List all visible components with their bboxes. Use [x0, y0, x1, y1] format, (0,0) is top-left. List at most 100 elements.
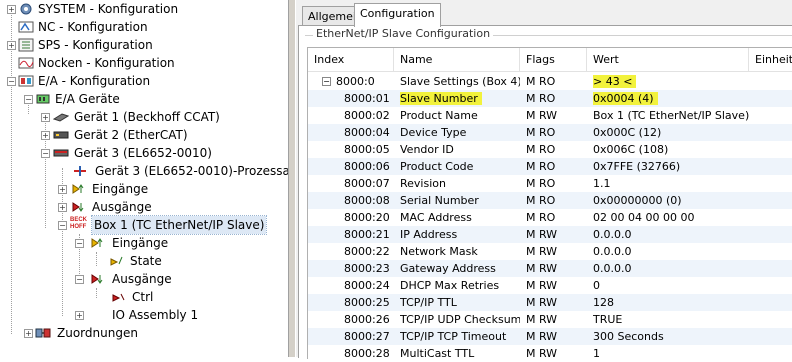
cell-value: 0x7FFE (32766) — [593, 158, 749, 175]
table-row[interactable]: 8000:23 Gateway Address M RW 0.0.0.0 — [308, 260, 792, 277]
cell-index-text: 8000:21 — [344, 228, 390, 241]
cell-value-text: > 43 < — [593, 75, 637, 88]
table-row[interactable]: 8000:22 Network Mask M RW 0.0.0.0 — [308, 243, 792, 260]
cell-name: Slave Settings (Box 4) — [400, 73, 520, 90]
cell-name: TCP/IP TCP Timeout — [400, 328, 520, 345]
cell-flags-text: M RO — [526, 92, 556, 105]
table-row[interactable]: 8000:28 MultiCast TTL M RW 1 — [308, 345, 792, 362]
col-header-einheit[interactable]: Einheit — [749, 48, 792, 72]
expand-plus-icon[interactable]: + — [75, 311, 84, 320]
table-row[interactable]: 8000:24 DHCP Max Retries M RW 0 — [308, 277, 792, 294]
collapse-minus-icon[interactable]: − — [75, 275, 84, 284]
cell-value: 0 — [593, 277, 749, 294]
collapse-minus-icon[interactable]: − — [75, 239, 84, 248]
col-header-wert[interactable]: Wert — [587, 48, 749, 72]
cell-value: 1 — [593, 345, 749, 362]
cell-index-text: 8000:28 — [344, 347, 390, 360]
expand-plus-icon[interactable]: + — [58, 185, 67, 194]
config-table[interactable]: Index Name Flags Wert Einheit −8000:0 Sla… — [307, 47, 792, 362]
cell-name-text: Device Type — [400, 126, 467, 139]
cell-index-text: 8000:07 — [344, 177, 390, 190]
cell-value-text: 0.0.0.0 — [593, 228, 632, 241]
io-config-icon — [18, 75, 34, 87]
table-row[interactable]: 8000:20 MAC Address M RO 02 00 04 00 00 00 — [308, 209, 792, 226]
expand-plus-icon[interactable]: + — [41, 131, 50, 140]
table-row[interactable]: 8000:06 Product Code M RO 0x7FFE (32766) — [308, 158, 792, 175]
col-header-name[interactable]: Name — [394, 48, 520, 72]
table-row[interactable]: 8000:07 Revision M RO 1.1 — [308, 175, 792, 192]
cell-index: 8000:27 — [344, 328, 394, 345]
col-header-flags[interactable]: Flags — [520, 48, 587, 72]
table-row[interactable]: 8000:04 Device Type M RO 0x000C (12) — [308, 124, 792, 141]
expand-plus-icon[interactable]: + — [41, 113, 50, 122]
cell-flags-text: M RW — [526, 245, 558, 258]
cell-flags-text: M RW — [526, 313, 558, 326]
cell-value-text: 0.0.0.0 — [593, 245, 632, 258]
cell-index-text: 8000:02 — [344, 109, 390, 122]
table-row[interactable]: 8000:25 TCP/IP TTL M RW 128 — [308, 294, 792, 311]
collapse-minus-icon[interactable]: − — [58, 221, 67, 230]
collapse-minus-icon[interactable]: − — [24, 95, 33, 104]
cell-name: MultiCast TTL — [400, 345, 520, 362]
cell-index-text: 8000:0 — [336, 75, 375, 88]
solution-tree[interactable]: + SYSTEM - Konfiguration NC - Konfigurat… — [0, 0, 288, 357]
cell-flags: M RW — [526, 328, 586, 345]
table-row[interactable]: 8000:26 TCP/IP UDP Checksum M RW TRUE — [308, 311, 792, 328]
collapse-minus-icon[interactable]: − — [41, 149, 50, 158]
cell-flags: M RO — [526, 141, 586, 158]
collapse-minus-icon[interactable]: − — [7, 77, 16, 86]
cell-name-text: TCP/IP TCP Timeout — [400, 330, 507, 343]
cell-value-text: 0.0.0.0 — [593, 262, 632, 275]
cell-value-text: 300 Seconds — [593, 330, 664, 343]
cell-index-text: 8000:05 — [344, 143, 390, 156]
cell-value: 128 — [593, 294, 749, 311]
cell-value: 0x006C (108) — [593, 141, 749, 158]
cell-name: MAC Address — [400, 209, 520, 226]
expand-plus-icon[interactable]: + — [24, 329, 33, 338]
table-row[interactable]: 8000:21 IP Address M RW 0.0.0.0 — [308, 226, 792, 243]
table-row[interactable]: 8000:05 Vendor ID M RO 0x006C (108) — [308, 141, 792, 158]
ccat-card-icon — [53, 113, 69, 122]
cell-index: 8000:28 — [344, 345, 394, 362]
table-row[interactable]: 8000:02 Product Name M RW Box 1 (TC EtherNe… — [308, 107, 792, 124]
cell-name: TCP/IP TTL — [400, 294, 520, 311]
cell-index: 8000:21 — [344, 226, 394, 243]
ethercat-icon — [53, 131, 69, 139]
col-header-index[interactable]: Index — [308, 48, 394, 72]
cell-flags: M RO — [526, 90, 586, 107]
output-variable-icon — [112, 293, 125, 302]
cell-name-text: Product Name — [400, 109, 478, 122]
cell-value-text: 02 00 04 00 00 00 — [593, 211, 695, 224]
table-row[interactable]: −8000:0 Slave Settings (Box 4) M RO > 43 < — [308, 73, 792, 90]
cell-flags-text: M RO — [526, 211, 556, 224]
mappings-icon — [35, 328, 51, 338]
cell-flags-text: M RO — [526, 160, 556, 173]
detail-pane: Allgemein Configuration EtherNet/IP Slav… — [296, 0, 792, 362]
cell-flags: M RO — [526, 73, 586, 90]
cell-value-text: Box 1 (TC EtherNet/IP Slave) — [593, 109, 749, 122]
cell-name: TCP/IP UDP Checksum — [400, 311, 520, 328]
expand-plus-icon[interactable]: + — [7, 5, 16, 14]
cell-flags: M RW — [526, 294, 586, 311]
cell-name: Gateway Address — [400, 260, 520, 277]
cell-value: 02 00 04 00 00 00 — [593, 209, 749, 226]
cell-value-text: 0x7FFE (32766) — [593, 160, 681, 173]
expand-plus-icon[interactable]: + — [58, 203, 67, 212]
table-row[interactable]: 8000:01 Slave Number M RO 0x0004 (4) — [308, 90, 792, 107]
ethernet-ip-device-icon — [53, 149, 69, 157]
cell-flags-text: M RW — [526, 109, 558, 122]
cell-flags: M RO — [526, 175, 586, 192]
cell-value-text: 0 — [593, 279, 600, 292]
collapse-minus-icon[interactable]: − — [322, 77, 331, 86]
expand-plus-icon[interactable]: + — [7, 41, 16, 50]
cell-name: DHCP Max Retries — [400, 277, 520, 294]
splitter[interactable] — [288, 0, 296, 357]
table-row[interactable]: 8000:08 Serial Number M RO 0x00000000 (0) — [308, 192, 792, 209]
table-row[interactable]: 8000:27 TCP/IP TCP Timeout M RW 300 Seconds — [308, 328, 792, 345]
cell-flags-text: M RW — [526, 228, 558, 241]
cell-name-text: Product Code — [400, 160, 474, 173]
cell-flags-text: M RW — [526, 347, 558, 360]
cell-flags: M RO — [526, 209, 586, 226]
cell-index-text: 8000:06 — [344, 160, 390, 173]
tab-configuration[interactable]: Configuration — [354, 3, 441, 27]
